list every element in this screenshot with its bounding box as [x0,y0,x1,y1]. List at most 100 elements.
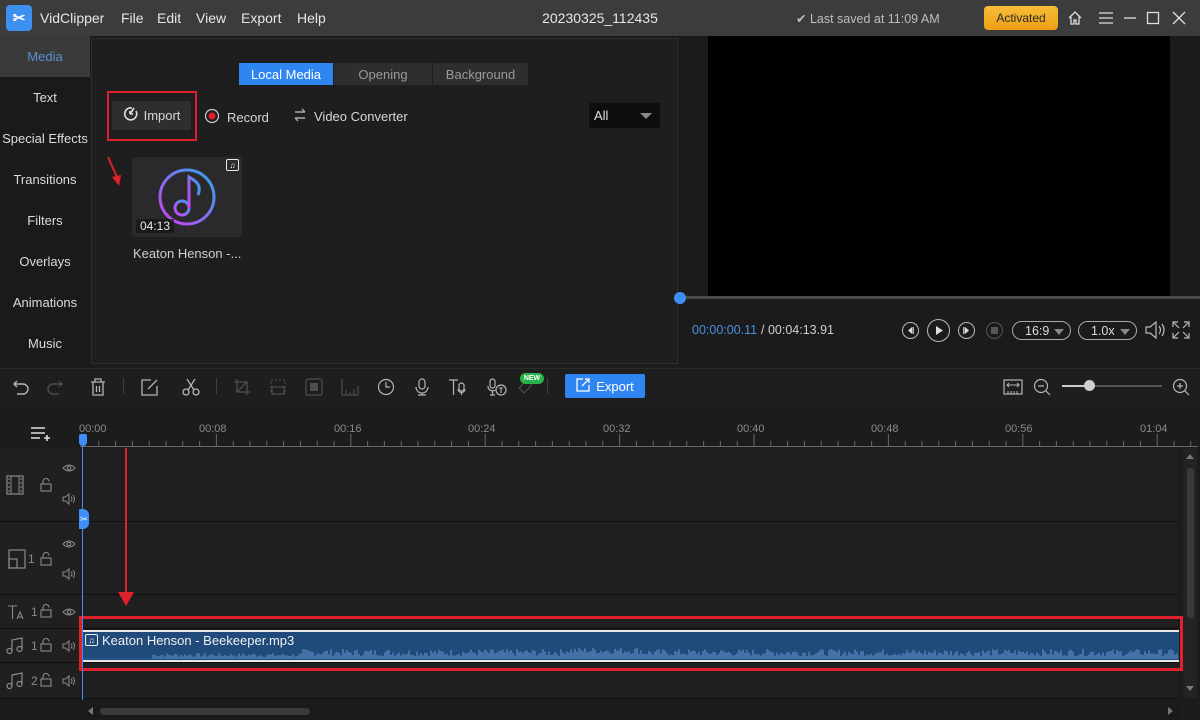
menu-view[interactable]: View [196,10,226,26]
speed-select[interactable]: 1.0x [1078,321,1137,340]
media-filter-select[interactable]: All [589,103,660,128]
edit-icon[interactable] [139,376,161,398]
scroll-right-icon[interactable] [1168,707,1173,715]
menu-export[interactable]: Export [241,10,281,26]
export-button[interactable]: Export [565,374,645,398]
video-converter-button[interactable]: Video Converter [293,108,408,125]
text-track-icon [7,604,25,620]
annotation-arrow-line [125,448,127,598]
playhead[interactable] [82,436,83,700]
nav-item-overlays[interactable]: Overlays [0,241,90,282]
zoom-in-icon[interactable] [1170,376,1192,398]
nav-item-media[interactable]: Media [0,36,90,77]
export-share-icon [576,377,590,395]
playhead-handle[interactable] [79,434,87,446]
speech-to-text-icon[interactable] [486,376,508,398]
undo-icon[interactable] [10,376,32,398]
split-scissors-icon[interactable] [180,376,202,398]
scroll-down-icon[interactable] [1186,686,1194,691]
track-number: 1 [31,605,38,619]
minimize-icon[interactable] [1120,8,1140,28]
save-status: ✔ Last saved at 11:09 AM [796,12,940,26]
play-button[interactable] [927,319,950,342]
ruler-baseline [80,446,1198,447]
seek-handle[interactable] [674,292,686,304]
fit-timeline-icon[interactable] [1002,376,1024,398]
timeline-ruler[interactable]: 00:00 00:08 00:16 00:24 00:32 00:40 00:4… [79,420,1198,448]
home-icon[interactable] [1065,8,1085,28]
delete-icon[interactable] [87,376,109,398]
annotation-arrowhead-icon [118,592,134,606]
nav-item-transitions[interactable]: Transitions [0,159,90,200]
toolbar-divider [216,378,217,394]
text-to-speech-icon[interactable] [447,376,469,398]
total-duration: / 00:04:13.91 [761,323,834,337]
activated-button[interactable]: Activated [984,6,1058,30]
audio-levels-icon[interactable] [339,376,361,398]
volume-icon[interactable] [1144,320,1168,343]
menu-help[interactable]: Help [297,10,326,26]
fullscreen-icon[interactable] [1172,321,1190,342]
next-frame-button[interactable] [958,322,975,339]
chevron-down-icon [1120,329,1130,335]
lock-icon[interactable] [40,478,52,492]
add-track-icon[interactable] [30,426,52,445]
export-label: Export [596,378,634,394]
music-type-badge-icon: ♫ [226,159,239,171]
menu-edit[interactable]: Edit [157,10,181,26]
film-strip-icon [6,475,24,495]
scroll-up-icon[interactable] [1186,454,1194,459]
lock-icon[interactable] [40,638,52,652]
annotation-arrow-icon [106,155,126,192]
nav-item-filters[interactable]: Filters [0,200,90,241]
close-icon[interactable] [1169,8,1189,28]
speaker-icon[interactable] [62,493,76,505]
nav-item-special-effects[interactable]: Special Effects [0,118,90,159]
track-pip-1[interactable] [80,522,1178,595]
maximize-icon[interactable] [1143,8,1163,28]
lock-icon[interactable] [40,673,52,687]
mosaic-icon[interactable] [303,376,325,398]
freeze-frame-icon[interactable] [267,376,289,398]
stop-button[interactable] [986,322,1003,339]
redo-icon[interactable] [44,376,66,398]
duration-clock-icon[interactable] [375,376,397,398]
media-item-name: Keaton Henson -... [133,246,242,261]
nav-item-animations[interactable]: Animations [0,282,90,323]
track-video[interactable] [80,448,1178,522]
tab-local-media[interactable]: Local Media [239,63,333,85]
nav-item-text[interactable]: Text [0,77,90,118]
nav-item-music[interactable]: Music [0,323,90,364]
tab-background[interactable]: Background [433,63,528,85]
zoom-out-icon[interactable] [1031,376,1053,398]
picture-in-picture-icon [8,549,26,569]
visibility-eye-icon[interactable] [62,607,76,617]
voiceover-mic-icon[interactable] [411,376,433,398]
prev-frame-button[interactable] [902,322,919,339]
menu-hamburger-icon[interactable] [1096,8,1116,28]
track-number: 1 [28,552,35,566]
vertical-scroll-thumb[interactable] [1187,468,1194,618]
speaker-icon[interactable] [62,568,76,580]
aspect-ratio-value: 16:9 [1025,323,1050,338]
record-button[interactable]: Record [204,108,269,127]
music-note-icon [6,672,24,690]
speaker-icon[interactable] [62,640,76,652]
seek-bar[interactable] [680,296,1200,299]
lock-icon[interactable] [40,604,52,618]
visibility-eye-icon[interactable] [62,463,76,473]
aspect-ratio-select[interactable]: 16:9 [1012,321,1071,340]
scroll-left-icon[interactable] [88,707,93,715]
timeline-zoom-handle[interactable] [1084,380,1095,391]
split-scissors-handle-icon[interactable]: ✂ [79,509,89,529]
menu-file[interactable]: File [121,10,144,26]
tab-opening[interactable]: Opening [334,63,432,85]
visibility-eye-icon[interactable] [62,539,76,549]
lock-icon[interactable] [40,552,52,566]
current-time: 00:00:00.11 [692,323,758,337]
music-note-icon [6,637,24,655]
track-header-text-1: 1 [0,595,80,629]
horizontal-scroll-thumb[interactable] [100,708,310,715]
crop-icon[interactable] [231,376,253,398]
speaker-icon[interactable] [62,675,76,687]
